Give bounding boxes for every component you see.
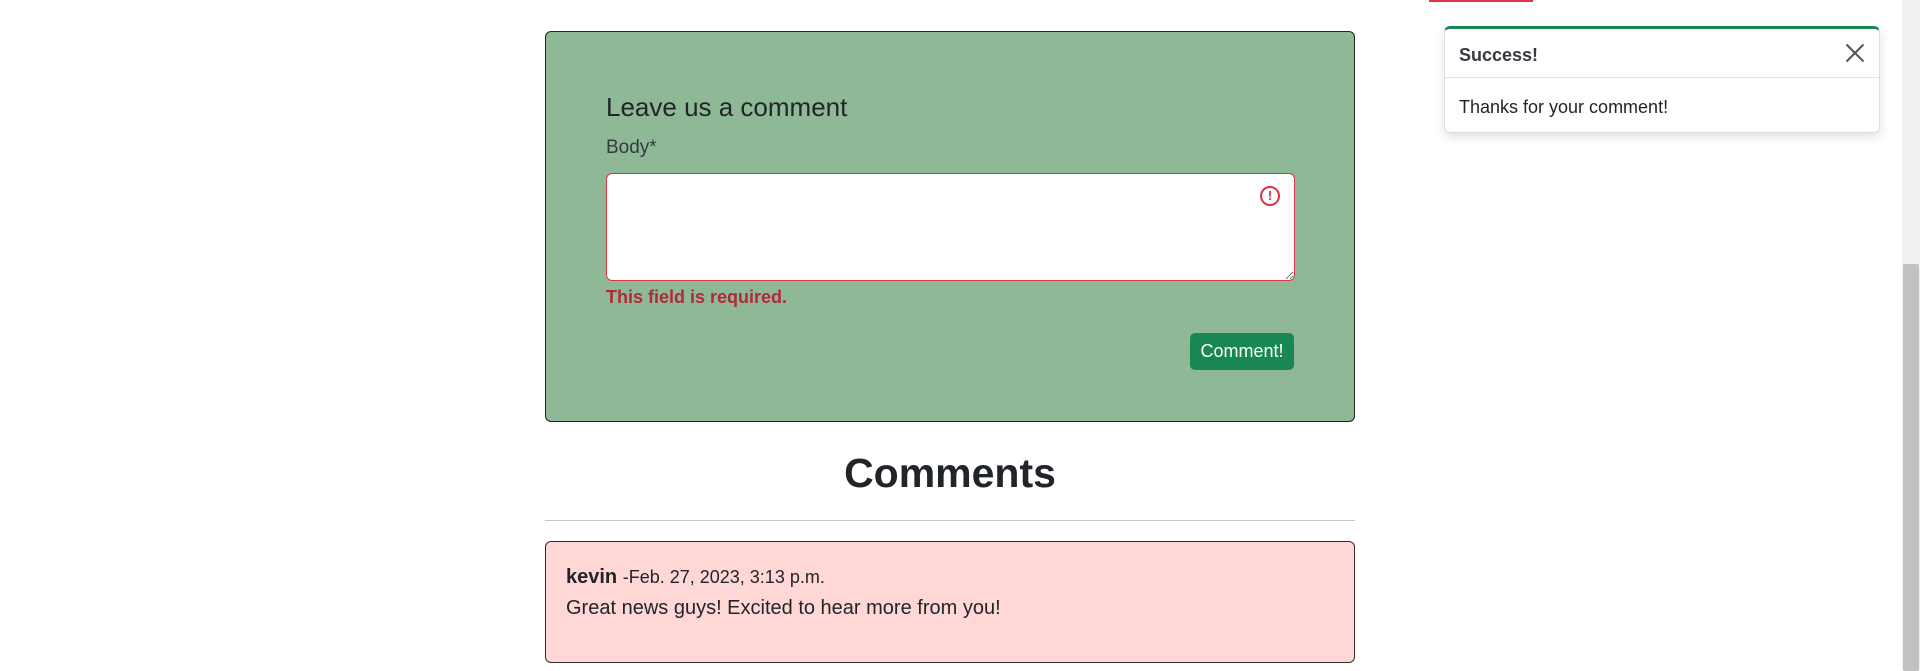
comment-meta: kevin -Feb. 27, 2023, 3:13 p.m. <box>566 566 825 589</box>
body-textarea[interactable] <box>606 173 1295 281</box>
divider <box>545 520 1355 521</box>
field-error-message: This field is required. <box>606 287 788 307</box>
toast-title: Success! <box>1459 45 1539 65</box>
submit-comment-button[interactable]: Comment! <box>1190 333 1294 370</box>
form-title: Leave us a comment <box>606 92 848 122</box>
comment-body: Great news guys! Excited to hear more fr… <box>566 597 1001 619</box>
success-toast: Success! Thanks for your comment! <box>1444 26 1880 133</box>
cut-off-element <box>1429 0 1533 2</box>
comments-heading: Comments <box>844 450 1056 496</box>
comment-form-card: Leave us a comment Body* ! This field is… <box>545 31 1355 422</box>
close-icon[interactable] <box>1839 38 1869 68</box>
comment-date: -Feb. 27, 2023, 3:13 p.m. <box>622 567 825 587</box>
comment-author: kevin <box>566 566 618 588</box>
page: Leave us a comment Body* ! This field is… <box>0 0 1920 671</box>
body-label: Body* <box>606 137 657 158</box>
scrollbar-thumb[interactable] <box>1903 264 1919 671</box>
toast-header: Success! <box>1445 29 1879 78</box>
toast-message: Thanks for your comment! <box>1459 97 1669 117</box>
comment-item: kevin -Feb. 27, 2023, 3:13 p.m. Great ne… <box>545 541 1355 663</box>
